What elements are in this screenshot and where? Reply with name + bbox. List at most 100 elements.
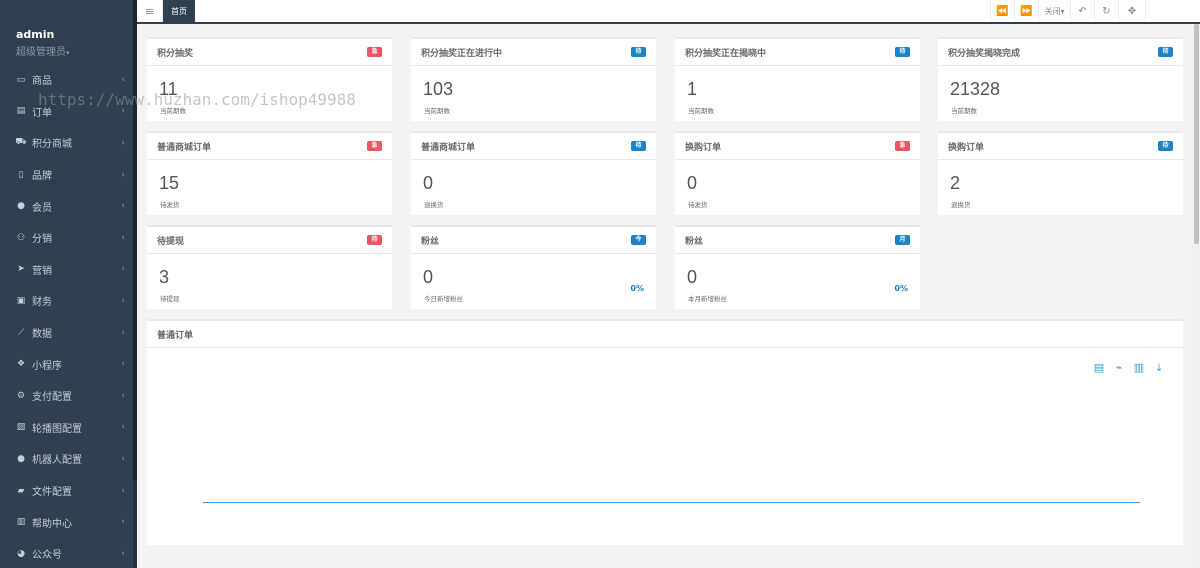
sidebar-item[interactable]: ▯ 品牌 ‹ — [0, 159, 137, 191]
sidebar-scrollbar-thumb[interactable] — [133, 0, 137, 480]
menu-toggle-icon[interactable]: ≡ — [137, 0, 163, 22]
sidebar-item-label: 支付配置 — [32, 392, 72, 404]
close-tabs-button[interactable]: 关闭▾ — [1038, 0, 1070, 22]
sidebar-item[interactable]: ⟋ 数据 ‹ — [0, 317, 137, 349]
card-title: 普通商城订单 — [157, 142, 212, 153]
card-value: 21328 — [950, 79, 1001, 99]
panel-title: 普通订单 — [157, 330, 194, 341]
user-profile[interactable]: admin 超级管理员▾ — [0, 0, 137, 64]
sidebar-item[interactable]: ⛟ 积分商城 ‹ — [0, 127, 137, 159]
card-value: 0 — [423, 173, 434, 193]
card-title: 积分抽奖正在揭晓中 — [685, 48, 767, 59]
sidebar-item[interactable]: ▤ 订单 ‹ — [0, 96, 137, 128]
sidebar-item[interactable]: ▣ 财务 ‹ — [0, 285, 137, 317]
page-scrollbar[interactable] — [1193, 24, 1200, 568]
card-title: 粉丝 — [421, 236, 440, 247]
users-icon: ⚇ — [16, 232, 26, 243]
send-icon: ➤ — [17, 264, 25, 275]
tab-next-icon[interactable]: ⏩ — [1014, 0, 1038, 22]
money-icon: ▣ — [16, 295, 26, 306]
card-value: 15 — [159, 173, 180, 193]
page-scrollbar-thumb[interactable] — [1194, 24, 1199, 244]
sidebar-item[interactable]: ● 机器人配置 ‹ — [0, 443, 137, 475]
tab-prev-icon[interactable]: ⏪ — [990, 0, 1014, 22]
card-badge: 待 — [1158, 141, 1173, 151]
card-badge: 待 — [367, 235, 382, 245]
data-view-icon[interactable]: ▤ — [1093, 361, 1105, 375]
caret-down-icon: ▾ — [66, 49, 70, 57]
card-subtitle: 待提现 — [160, 295, 180, 303]
book-icon: ▥ — [16, 517, 26, 528]
card-header: 普通商城订单 急 — [147, 133, 392, 160]
wechat-icon: ◕ — [17, 548, 25, 559]
sidebar-item-label: 数据 — [32, 329, 52, 341]
sidebar-item-label: 轮播图配置 — [32, 423, 82, 435]
card-badge: 待 — [1158, 47, 1173, 57]
chevron-left-icon: ‹ — [121, 137, 125, 148]
sidebar-scrollbar[interactable] — [133, 0, 137, 568]
sidebar-item-label: 财务 — [32, 297, 52, 309]
chevron-left-icon: ‹ — [121, 485, 125, 496]
sidebar-nav: ▭ 商品 ‹ ▤ 订单 ‹ ⛟ 积分商城 ‹ ▯ 品牌 ‹ ● 会员 ‹ ⚇ 分销 ‹ ➤ 营销 ‹ ▣ 财务 ‹ ⟋ 数据 ‹ ❖ 小… — [0, 64, 137, 568]
tab-home[interactable]: 首页 — [163, 0, 195, 22]
card-badge: 急 — [895, 141, 910, 151]
stat-card: 积分抽奖揭晓完成 待 21328 当前期数 — [938, 37, 1183, 121]
chevron-left-icon: ‹ — [121, 548, 125, 559]
card-value: 1 — [687, 79, 698, 99]
bar-chart-icon[interactable]: ▥ — [1133, 361, 1145, 375]
card-subtitle: 当前期数 — [424, 107, 450, 115]
sidebar-item-label: 积分商城 — [32, 139, 72, 151]
sidebar-item[interactable]: ▰ 文件配置 ‹ — [0, 475, 137, 507]
file-icon: ▤ — [16, 106, 26, 117]
card-title: 换购订单 — [685, 142, 722, 153]
orders-chart-panel: 普通订单 ▤ ⌁ ▥ ⤓ — [147, 319, 1183, 545]
card-subtitle: 当前期数 — [688, 107, 714, 115]
sidebar-item-label: 品牌 — [32, 171, 52, 183]
sidebar-item[interactable]: ◕ 公众号 ‹ — [0, 538, 137, 568]
stat-card: 粉丝 月 0 本月新增粉丝 0% — [675, 225, 920, 309]
card-header: 粉丝 今 — [411, 227, 656, 254]
user-icon: ● — [17, 201, 25, 212]
line-chart-icon[interactable]: ⌁ — [1113, 361, 1125, 375]
cogs-icon: ⚙ — [16, 390, 26, 401]
card-percent: 0% — [630, 284, 644, 293]
sidebar-item[interactable]: ▥ 帮助中心 ‹ — [0, 506, 137, 538]
sidebar-item-label: 文件配置 — [32, 487, 72, 499]
image-icon: ▨ — [16, 422, 26, 433]
sidebar-item-label: 会员 — [32, 202, 52, 214]
fullscreen-icon[interactable]: ✥ — [1118, 0, 1146, 22]
refresh-icon[interactable]: ↻ — [1094, 0, 1118, 22]
user-name: admin — [16, 28, 55, 41]
panel-header: 普通订单 — [147, 321, 1183, 348]
card-badge: 急 — [367, 47, 382, 57]
sidebar-item[interactable]: ▭ 商品 ‹ — [0, 64, 137, 96]
sidebar-item[interactable]: ➤ 营销 ‹ — [0, 254, 137, 286]
card-subtitle: 退换货 — [951, 201, 971, 209]
card-badge: 待 — [895, 47, 910, 57]
card-title: 待提现 — [157, 236, 185, 247]
user-role: 超级管理员 — [16, 47, 66, 58]
sidebar-item[interactable]: ⚇ 分销 ‹ — [0, 222, 137, 254]
user-role-dropdown[interactable]: 超级管理员▾ — [16, 43, 137, 58]
chevron-left-icon: ‹ — [121, 264, 125, 275]
back-icon[interactable]: ↶ — [1070, 0, 1094, 22]
card-header: 普通商城订单 待 — [411, 133, 656, 160]
card-subtitle: 待发货 — [688, 201, 708, 209]
stat-card: 普通商城订单 急 15 待发货 — [147, 131, 392, 215]
cart-icon: ⛟ — [15, 137, 27, 148]
download-icon[interactable]: ⤓ — [1153, 361, 1165, 375]
card-title: 积分抽奖揭晓完成 — [948, 48, 1021, 59]
sidebar-item[interactable]: ⚙ 支付配置 ‹ — [0, 380, 137, 412]
card-value: 2 — [950, 173, 961, 193]
sidebar-item[interactable]: ● 会员 ‹ — [0, 190, 137, 222]
sidebar-item[interactable]: ❖ 小程序 ‹ — [0, 348, 137, 380]
card-title: 积分抽奖正在进行中 — [421, 48, 503, 59]
sidebar-item[interactable]: ▨ 轮播图配置 ‹ — [0, 412, 137, 444]
card-badge: 待 — [631, 141, 646, 151]
folder-icon: ▰ — [17, 485, 25, 496]
card-subtitle: 退换货 — [424, 201, 444, 209]
stat-card: 积分抽奖正在揭晓中 待 1 当前期数 — [675, 37, 920, 121]
card-header: 换购订单 待 — [938, 133, 1183, 160]
card-value: 0 — [423, 267, 434, 287]
chevron-left-icon: ‹ — [121, 390, 125, 401]
